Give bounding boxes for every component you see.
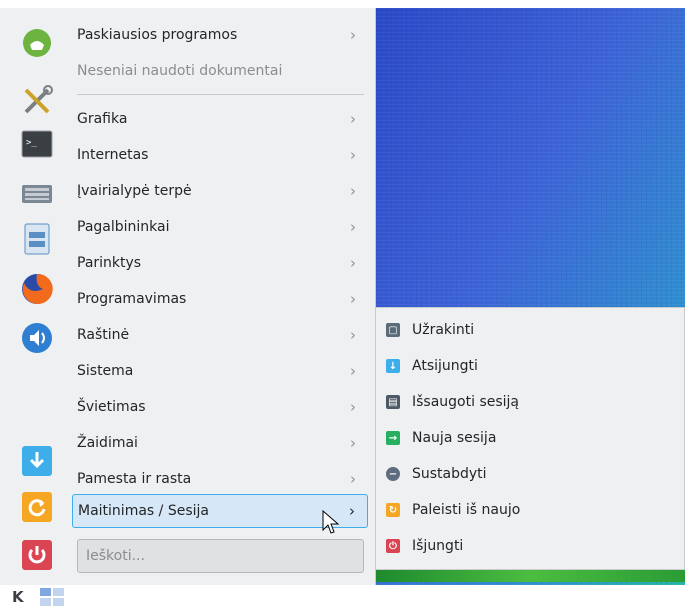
terminal-icon[interactable]: >_ [20,127,54,161]
logout-arrow-icon: ↓ [386,359,400,373]
mouse-cursor-icon [322,509,340,540]
chevron-right-icon: › [350,362,356,380]
menu-item-label: Paskiausios programos [77,27,238,43]
menu-item-label: Raštinė [77,327,130,343]
menu-item-games[interactable]: Žaidimai › [72,426,368,460]
menu-item-label: Grafika [77,111,128,127]
chevron-right-icon: › [350,26,356,44]
submenu-item-label: Sustabdyti [412,466,487,482]
submenu-item-label: Nauja sesija [412,430,497,446]
submenu-item-label: Išsaugoti sesiją [412,394,520,410]
mint-app-icon[interactable] [20,26,54,60]
submenu-item-label: Išjungti [412,538,464,554]
lock-icon: ▢ [386,323,400,337]
file-manager-icon[interactable] [20,222,54,256]
menu-item-label: Pamesta ir rasta [77,471,192,487]
desktop-wallpaper-strip [376,570,685,582]
menu-item-label: Parinktys [77,255,142,271]
chevron-right-icon: › [350,470,356,488]
menu-item-multimedia[interactable]: Įvairialypė terpė › [72,174,368,208]
submenu-item-suspend[interactable]: − Sustabdyti [386,457,487,491]
chevron-right-icon: › [350,326,356,344]
chevron-right-icon: › [350,434,356,452]
restart-icon: ↻ [386,503,400,517]
menu-item-recent-documents: Neseniai naudoti dokumentai [72,54,368,88]
menu-item-settings[interactable]: Parinktys › [72,246,368,280]
power-icon: ⏻ [386,539,400,553]
pager-desktop-3[interactable] [40,598,51,606]
submenu-item-new-session[interactable]: → Nauja sesija [386,421,496,455]
pager-desktop-4[interactable] [53,598,64,606]
taskbar [0,585,685,608]
favorites-sidebar: >_ [0,8,68,585]
menu-item-label: Pagalbininkai [77,219,170,235]
svg-text:>_: >_ [26,138,37,148]
volume-icon[interactable] [20,321,54,355]
menu-item-label: Žaidimai [77,435,138,451]
pager-desktop-1[interactable] [40,588,51,596]
menu-item-utilities[interactable]: Pagalbininkai › [72,210,368,244]
keyboard-icon[interactable] [20,177,54,211]
menu-item-system[interactable]: Sistema › [72,354,368,388]
menu-item-label: Sistema [77,363,134,379]
suspend-icon: − [386,467,400,481]
save-session-icon: ▤ [386,395,400,409]
chevron-right-icon: › [349,502,355,520]
menu-item-label: Internetas [77,147,149,163]
menu-item-label: Švietimas [77,399,146,415]
submenu-item-save-session[interactable]: ▤ Išsaugoti sesiją [386,385,519,419]
new-session-icon: → [386,431,400,445]
submenu-item-label: Atsijungti [412,358,478,374]
chevron-right-icon: › [350,146,356,164]
menu-item-development[interactable]: Programavimas › [72,282,368,316]
chevron-right-icon: › [350,254,356,272]
power-session-submenu: ▢ Užrakinti ↓ Atsijungti ▤ Išsaugoti ses… [375,307,685,570]
restart-icon[interactable] [20,490,54,524]
submenu-item-logout[interactable]: ↓ Atsijungti [386,349,478,383]
chevron-right-icon: › [350,218,356,236]
search-placeholder: Ieškoti... [86,548,145,564]
submenu-item-lock[interactable]: ▢ Užrakinti [386,313,474,347]
submenu-item-label: Užrakinti [412,322,475,338]
virtual-desktop-pager[interactable] [40,588,64,606]
menu-item-recent-apps[interactable]: Paskiausios programos › [72,18,368,52]
menu-separator [77,94,364,95]
tools-icon[interactable] [20,84,54,118]
chevron-right-icon: › [350,110,356,128]
menu-item-office[interactable]: Raštinė › [72,318,368,352]
chevron-right-icon: › [350,398,356,416]
firefox-icon[interactable] [20,272,54,306]
menu-item-graphics[interactable]: Grafika › [72,102,368,136]
chevron-right-icon: › [350,290,356,308]
menu-item-label: Programavimas [77,291,187,307]
menu-item-lost-and-found[interactable]: Pamesta ir rasta › [72,462,368,496]
kde-launcher-icon[interactable]: K [12,588,24,606]
chevron-right-icon: › [350,182,356,200]
submenu-item-label: Paleisti iš naujo [412,502,521,518]
logout-icon[interactable] [20,444,54,478]
kde-launcher-logo-text: K [12,588,24,606]
menu-item-label: Įvairialypė terpė [77,183,192,199]
menu-item-internet[interactable]: Internetas › [72,138,368,172]
application-menu: >_ Paskiausios programos › Neseniai naud… [0,8,376,585]
shutdown-icon[interactable] [20,538,54,572]
search-input[interactable]: Ieškoti... [77,539,364,573]
submenu-item-shutdown[interactable]: ⏻ Išjungti [386,529,463,563]
submenu-item-restart[interactable]: ↻ Paleisti iš naujo [386,493,520,527]
menu-item-label: Neseniai naudoti dokumentai [77,63,283,79]
pager-desktop-2[interactable] [53,588,64,596]
menu-item-education[interactable]: Švietimas › [72,390,368,424]
menu-item-label: Maitinimas / Sesija [78,503,209,519]
